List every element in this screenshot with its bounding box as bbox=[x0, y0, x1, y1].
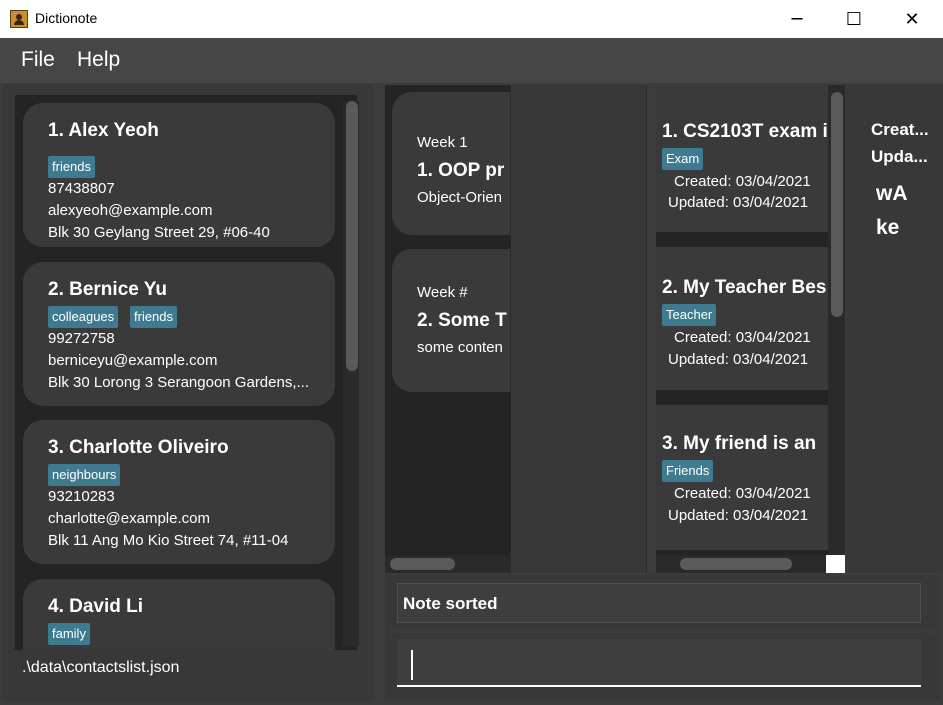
contact-phone: 93210283 bbox=[48, 488, 115, 505]
note-content-hscrollbar-thumb[interactable] bbox=[390, 558, 455, 570]
menu-help[interactable]: Help bbox=[77, 48, 120, 72]
contact-card[interactable]: 2. Bernice Yu colleagues friends 9927275… bbox=[23, 262, 335, 406]
contact-tag: family bbox=[48, 623, 90, 645]
note-list-tag: Friends bbox=[662, 460, 714, 482]
detail-created: Creat... bbox=[871, 120, 929, 139]
note-list-tag: Exam bbox=[662, 148, 704, 170]
contact-email: charlotte@example.com bbox=[48, 510, 210, 527]
contact-scrollbar-thumb[interactable] bbox=[346, 101, 358, 371]
contact-tag: neighbours bbox=[48, 464, 121, 486]
contact-phone: 99272758 bbox=[48, 330, 115, 347]
note-content: some conten bbox=[417, 339, 503, 356]
note-list-tag: Teacher bbox=[662, 304, 717, 326]
note-list-title: 2. My Teacher Bes bbox=[662, 277, 827, 298]
contact-card[interactable]: 1. Alex Yeoh friends 87438807 alexyeoh@e… bbox=[23, 103, 335, 247]
note-content: Object-Orien bbox=[417, 189, 503, 206]
note-updated: Updated: 03/04/2021 bbox=[668, 507, 809, 524]
note-created: Created: 03/04/2021 bbox=[674, 173, 811, 190]
note-list-title: 3. My friend is an bbox=[662, 433, 817, 454]
app-contact-icon bbox=[10, 10, 28, 28]
window-title: Dictionote bbox=[35, 10, 98, 26]
contact-email: alexyeoh@example.com bbox=[48, 202, 213, 219]
result-message: Note sorted bbox=[403, 594, 498, 613]
contact-address: Blk 30 Geylang Street 29, #06-40 bbox=[48, 224, 270, 241]
contact-name: 1. Alex Yeoh bbox=[48, 120, 159, 141]
contact-name: 2. Bernice Yu bbox=[48, 279, 167, 300]
contact-tag: colleagues bbox=[48, 306, 119, 328]
menu-file[interactable]: File bbox=[21, 48, 55, 72]
scroll-corner bbox=[826, 555, 845, 573]
note-list-item[interactable]: 2. My Teacher Bes Teacher Created: 03/04… bbox=[656, 247, 828, 390]
note-created: Created: 03/04/2021 bbox=[674, 485, 811, 502]
note-week: Week # bbox=[417, 284, 468, 301]
contact-tag: friends bbox=[130, 306, 178, 328]
contact-card[interactable]: 4. David Li family bbox=[23, 579, 335, 650]
note-created: Created: 03/04/2021 bbox=[674, 329, 811, 346]
note-detail-panel: Creat... Upda... wA ke bbox=[846, 85, 943, 573]
contact-address: Blk 11 Ang Mo Kio Street 74, #11-04 bbox=[48, 532, 289, 549]
detail-updated: Upda... bbox=[871, 147, 928, 166]
note-list[interactable]: 1. CS2103T exam i Exam Created: 03/04/20… bbox=[656, 85, 828, 555]
note-card[interactable]: Week # 2. Some T some conten bbox=[392, 249, 510, 392]
contact-card[interactable]: 3. Charlotte Oliveiro neighbours 9321028… bbox=[23, 420, 335, 564]
contact-email: berniceyu@example.com bbox=[48, 352, 218, 369]
note-card[interactable]: Week 1 1. OOP pr Object-Orien bbox=[392, 92, 510, 235]
menu-bar bbox=[0, 38, 943, 83]
note-title: 1. OOP pr bbox=[417, 160, 505, 181]
contact-address: Blk 30 Lorong 3 Serangoon Gardens,... bbox=[48, 374, 310, 391]
command-input[interactable] bbox=[397, 639, 921, 687]
contact-name: 4. David Li bbox=[48, 596, 144, 617]
contact-name: 3. Charlotte Oliveiro bbox=[48, 437, 229, 458]
contact-phone: 87438807 bbox=[48, 180, 115, 197]
note-title: 2. Some T bbox=[417, 310, 507, 331]
note-content-panel[interactable]: Week 1 1. OOP pr Object-Orien Week # 2. … bbox=[385, 85, 510, 555]
detail-text-line-1: wA bbox=[876, 182, 908, 205]
contact-tag: friends bbox=[48, 156, 96, 178]
contact-list[interactable]: 1. Alex Yeoh friends 87438807 alexyeoh@e… bbox=[15, 95, 357, 650]
detail-text-line-2: ke bbox=[876, 216, 900, 239]
note-list-scrollbar-thumb[interactable] bbox=[831, 92, 843, 317]
minimize-button[interactable]: ─ bbox=[774, 0, 820, 38]
note-updated: Updated: 03/04/2021 bbox=[668, 351, 809, 368]
close-button[interactable]: ✕ bbox=[889, 0, 935, 38]
note-list-title: 1. CS2103T exam i bbox=[662, 121, 828, 142]
status-file-path: .\data\contactslist.json bbox=[22, 659, 180, 676]
note-week: Week 1 bbox=[417, 134, 468, 151]
note-list-hscrollbar-thumb[interactable] bbox=[680, 558, 792, 570]
note-list-item[interactable]: 3. My friend is an Friends Created: 03/0… bbox=[656, 405, 828, 550]
text-caret bbox=[411, 650, 413, 680]
maximize-button[interactable]: ☐ bbox=[831, 0, 877, 38]
split-pane-gap bbox=[510, 85, 647, 573]
note-list-item[interactable]: 1. CS2103T exam i Exam Created: 03/04/20… bbox=[656, 85, 828, 232]
note-updated: Updated: 03/04/2021 bbox=[668, 194, 809, 211]
